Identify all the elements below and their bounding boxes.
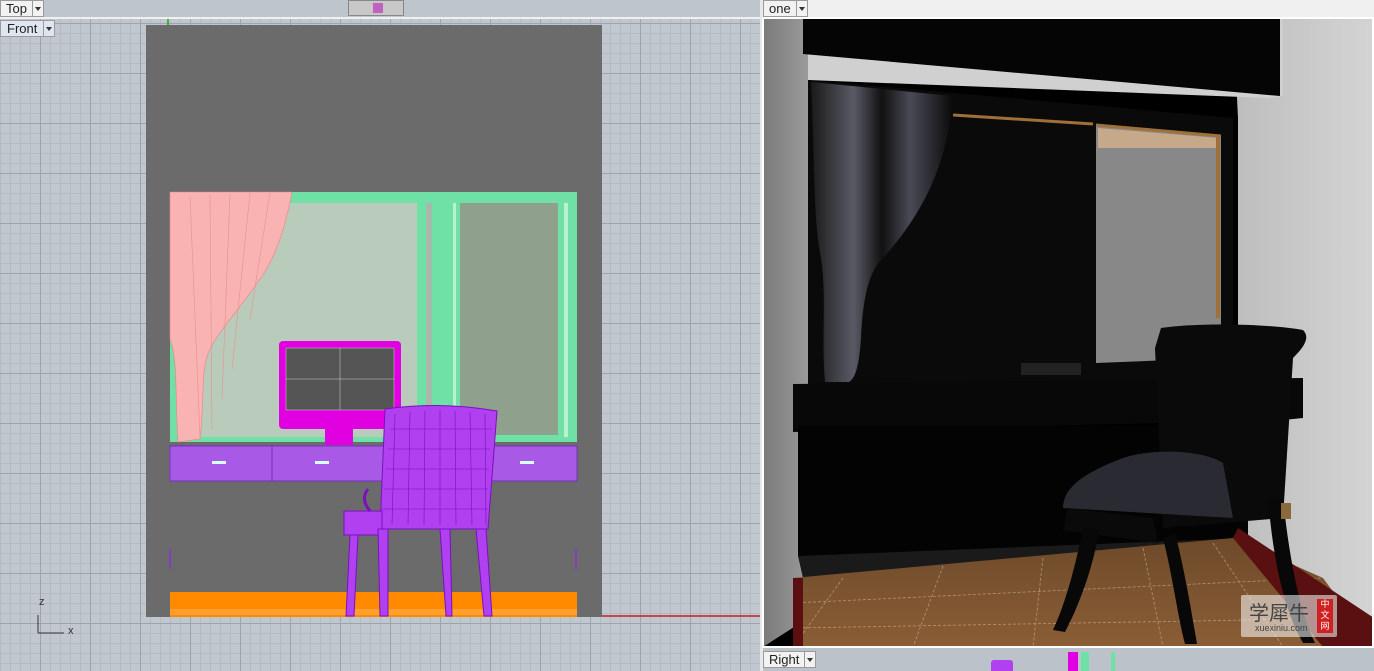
drawer-handle [315,461,329,464]
chevron-down-icon[interactable] [43,21,54,36]
window-jamb-right [564,203,568,437]
axis-z-label: z [39,596,45,608]
window-mullion [426,203,432,437]
right-view-monitor-mark [1068,652,1078,671]
chevron-down-icon[interactable] [804,652,815,667]
top-view-chair-mark [373,3,383,13]
right-view-window-mark [1111,652,1115,671]
right-view-chair-mark [991,660,1013,671]
window-jamb [453,203,456,437]
right-view-window-mark [1081,652,1089,671]
drawer-handle [212,461,226,464]
chevron-down-icon[interactable] [31,1,43,16]
perspective-viewport-title: one [769,1,791,16]
right-viewport-label[interactable]: Right [763,651,817,668]
chair-seat [343,510,383,536]
chevron-down-icon[interactable] [795,1,807,16]
desk-top-drawers [169,445,578,482]
chair-back [379,404,498,530]
floor-board-edge [170,609,577,615]
front-viewport-title: Front [7,21,38,36]
top-viewport-title: Top [6,1,27,16]
top-viewport-label[interactable]: Top [0,0,44,17]
right-viewport[interactable] [763,648,1374,671]
monitor-stand [325,427,353,445]
right-viewport-title: Right [769,652,800,667]
top-view-object [348,0,404,16]
chair-leg [377,528,389,617]
top-viewport[interactable] [0,0,760,17]
front-viewport[interactable]: z x [0,19,760,671]
axis-x-label: x [68,625,74,637]
perspective-viewport-label[interactable]: one [763,0,808,17]
active-viewport-border [762,17,1374,648]
front-viewport-canvas [37,19,760,634]
front-viewport-label[interactable]: Front [0,20,56,37]
window-glass-right [460,203,558,435]
drawer-handle [520,461,534,464]
